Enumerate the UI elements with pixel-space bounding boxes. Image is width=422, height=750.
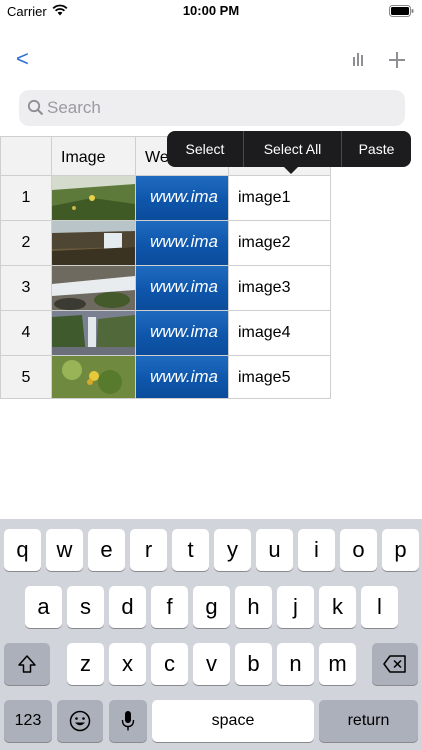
key-g[interactable]: g: [193, 586, 230, 628]
dictation-key[interactable]: [109, 700, 147, 742]
key-b[interactable]: b: [235, 643, 272, 685]
key-z[interactable]: z: [67, 643, 104, 685]
bar-chart-icon[interactable]: [352, 52, 366, 68]
key-s[interactable]: s: [67, 586, 104, 628]
landscape-thumbnail[interactable]: [51, 310, 136, 356]
key-o[interactable]: o: [340, 529, 377, 571]
key-t[interactable]: t: [172, 529, 209, 571]
web-image-cell[interactable]: www.ima: [135, 355, 229, 399]
web-cell-text: www.ima: [150, 367, 219, 386]
keyboard: q w e r t y u i o p a s d f g h j k l z …: [0, 519, 422, 750]
web-image-cell[interactable]: www.ima: [135, 310, 229, 356]
web-image-cell[interactable]: www.ima: [135, 220, 229, 266]
search-bar[interactable]: [19, 90, 405, 126]
web-image-cell[interactable]: www.ima: [135, 265, 229, 311]
key-x[interactable]: x: [109, 643, 146, 685]
name-cell[interactable]: image5: [228, 355, 331, 399]
row-number[interactable]: 2: [0, 220, 52, 266]
add-icon[interactable]: [387, 50, 407, 70]
battery-icon: [389, 5, 414, 17]
search-icon: [27, 99, 44, 116]
space-key[interactable]: space: [152, 700, 314, 742]
shift-key[interactable]: [4, 643, 50, 685]
spreadsheet: Image We 1 www.ima image1 2 www.ima imag…: [0, 136, 331, 399]
key-r[interactable]: r: [130, 529, 167, 571]
key-v[interactable]: v: [193, 643, 230, 685]
key-w[interactable]: w: [46, 529, 83, 571]
key-k[interactable]: k: [319, 586, 356, 628]
key-j[interactable]: j: [277, 586, 314, 628]
key-c[interactable]: c: [151, 643, 188, 685]
search-input[interactable]: [47, 94, 387, 122]
key-n[interactable]: n: [277, 643, 314, 685]
key-e[interactable]: e: [88, 529, 125, 571]
corner-cell: [0, 136, 52, 176]
key-u[interactable]: u: [256, 529, 293, 571]
flower-image: [52, 356, 135, 398]
backspace-icon: [383, 655, 406, 673]
paste-menu-item[interactable]: Paste: [342, 131, 411, 167]
waterfall-image: [52, 221, 135, 265]
row-number[interactable]: 4: [0, 310, 52, 356]
web-image-cell[interactable]: www.ima: [135, 175, 229, 221]
key-y[interactable]: y: [214, 529, 251, 571]
key-m[interactable]: m: [319, 643, 356, 685]
name-cell[interactable]: image3: [228, 265, 331, 311]
landscape-thumbnail[interactable]: [51, 220, 136, 266]
landscape-thumbnail[interactable]: [51, 355, 136, 399]
name-cell[interactable]: image1: [228, 175, 331, 221]
emoji-icon: [69, 710, 91, 732]
column-header-image[interactable]: Image: [51, 136, 136, 176]
row-number[interactable]: 5: [0, 355, 52, 399]
back-button[interactable]: <: [16, 46, 34, 72]
web-cell-text: www.ima: [150, 232, 219, 251]
select-all-menu-item[interactable]: Select All: [244, 131, 342, 167]
menu-pointer: [283, 166, 299, 174]
key-d[interactable]: d: [109, 586, 146, 628]
web-cell-text: www.ima: [150, 322, 219, 341]
name-cell[interactable]: image2: [228, 220, 331, 266]
landscape-thumbnail[interactable]: [51, 175, 136, 221]
row-number[interactable]: 1: [0, 175, 52, 221]
return-key[interactable]: return: [319, 700, 418, 742]
key-f[interactable]: f: [151, 586, 188, 628]
row-number[interactable]: 3: [0, 265, 52, 311]
meadow-image: [52, 176, 135, 220]
landscape-thumbnail[interactable]: [51, 265, 136, 311]
stream-image: [52, 266, 135, 310]
key-q[interactable]: q: [4, 529, 41, 571]
name-cell[interactable]: image4: [228, 310, 331, 356]
select-menu-item[interactable]: Select: [167, 131, 244, 167]
microphone-icon: [121, 711, 135, 731]
key-l[interactable]: l: [361, 586, 398, 628]
edit-context-menu: Select Select All Paste: [167, 131, 411, 167]
shift-icon: [18, 655, 36, 673]
emoji-key[interactable]: [57, 700, 103, 742]
key-h[interactable]: h: [235, 586, 272, 628]
status-time: 10:00 PM: [182, 3, 240, 18]
key-i[interactable]: i: [298, 529, 335, 571]
web-cell-text: www.ima: [150, 277, 219, 296]
key-p[interactable]: p: [382, 529, 419, 571]
web-cell-text: www.ima: [150, 187, 219, 206]
key-a[interactable]: a: [25, 586, 62, 628]
status-bar: Carrier 10:00 PM: [0, 0, 422, 22]
cliff-waterfall-image: [52, 311, 135, 355]
numbers-key[interactable]: 123: [4, 700, 52, 742]
delete-key[interactable]: [372, 643, 418, 685]
